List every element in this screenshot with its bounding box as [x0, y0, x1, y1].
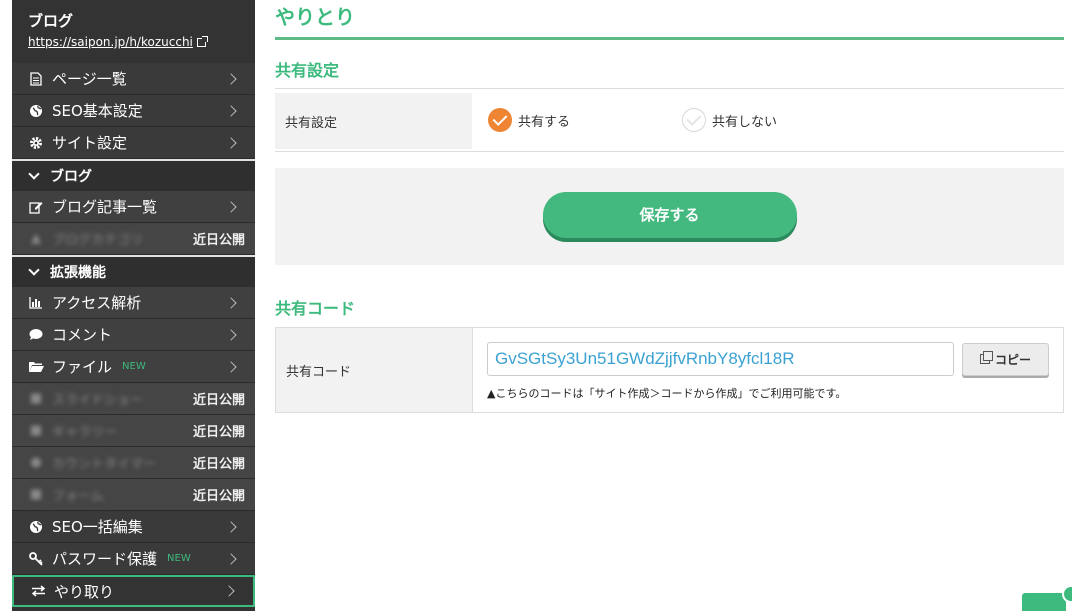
- unchecked-radio-icon[interactable]: [682, 108, 706, 132]
- key-icon: [28, 551, 44, 567]
- sidebar-item-exchange[interactable]: やり取り: [12, 575, 255, 607]
- share-code-heading: 共有コード: [275, 299, 356, 318]
- sidebar-item-form: ■ フォーム 近日公開: [12, 479, 255, 511]
- sidebar-item-blog-category: ▲ ブログカテゴリ 近日公開: [12, 223, 255, 255]
- save-button[interactable]: 保存する: [542, 191, 797, 238]
- external-link-icon: [196, 35, 208, 47]
- help-tab[interactable]: [1022, 593, 1066, 611]
- globe-icon: [28, 103, 44, 119]
- new-badge: NEW: [122, 361, 146, 372]
- sidebar-section-blog[interactable]: ブログ: [12, 159, 255, 191]
- sidebar-item-analytics[interactable]: アクセス解析: [12, 287, 255, 319]
- copy-label: コピー: [994, 352, 1031, 367]
- sidebar-item-gallery: ■ ギャラリー 近日公開: [12, 415, 255, 447]
- timer-icon: ●: [30, 455, 42, 470]
- blog-title: ブログ: [28, 12, 74, 30]
- chevron-right-icon: [225, 552, 237, 565]
- chevron-down-icon: [28, 264, 40, 276]
- save-area: 保存する: [275, 168, 1064, 265]
- main-content: やりとり 共有設定 共有設定 共有する 共有しない 保存する 共有コード 共有コ…: [275, 0, 1064, 413]
- checked-radio-icon[interactable]: [488, 108, 512, 132]
- sidebar-item-label: サイト設定: [52, 134, 128, 152]
- coming-soon-tag: 近日公開: [192, 457, 245, 472]
- section-label: ブログ: [50, 169, 92, 185]
- share-code-cell: GvSGtSy3Un51GWdZjjfvRnbY8yfcl18R コピー ▲こち…: [473, 328, 1063, 412]
- chevron-right-icon: [223, 585, 235, 597]
- sidebar-item-comments[interactable]: コメント: [12, 319, 255, 351]
- share-off-option[interactable]: 共有しない: [682, 108, 777, 132]
- sidebar-header: ブログ https://saipon.jp/h/kozucchi: [12, 0, 255, 63]
- sidebar-item-page-list[interactable]: ページ一覧: [12, 63, 255, 95]
- new-badge: NEW: [167, 553, 191, 564]
- sidebar-item-label: フォーム: [52, 489, 104, 504]
- coming-soon-tag: 近日公開: [192, 393, 245, 408]
- sidebar-item-password-protection[interactable]: パスワード保護 NEW: [12, 543, 255, 575]
- chevron-right-icon: [225, 104, 237, 117]
- sidebar: ブログ https://saipon.jp/h/kozucchi ページ一覧 S…: [12, 0, 255, 611]
- coming-soon-tag: 近日公開: [192, 489, 245, 504]
- blog-url-link[interactable]: https://saipon.jp/h/kozucchi: [28, 32, 239, 52]
- coming-soon-tag: 近日公開: [192, 425, 245, 440]
- share-code-row: 共有コード GvSGtSy3Un51GWdZjjfvRnbY8yfcl18R コ…: [275, 327, 1064, 413]
- chevron-right-icon: [225, 328, 237, 341]
- chevron-right-icon: [225, 360, 237, 373]
- share-settings-row: 共有設定 共有する 共有しない: [275, 89, 1064, 152]
- sidebar-item-label: SEO基本設定: [52, 102, 143, 120]
- sidebar-item-slideshow: ■ スライドショー 近日公開: [12, 383, 255, 415]
- share-on-label[interactable]: 共有する: [518, 111, 570, 130]
- form-icon: ■: [29, 487, 43, 502]
- share-code-field[interactable]: GvSGtSy3Un51GWdZjjfvRnbY8yfcl18R: [487, 342, 954, 376]
- chevron-right-icon: [225, 136, 237, 149]
- slideshow-icon: ■: [29, 391, 43, 406]
- share-settings-heading: 共有設定: [275, 61, 1064, 89]
- share-options: 共有する 共有しない: [472, 89, 777, 151]
- sidebar-item-label: ページ一覧: [52, 70, 127, 88]
- sidebar-item-site-settings[interactable]: サイト設定: [12, 127, 255, 159]
- sidebar-item-label: コメント: [52, 326, 113, 344]
- sidebar-item-label: カウントタイマー: [52, 457, 157, 472]
- speech-bubble-icon: [28, 327, 44, 343]
- sidebar-item-seo-basic[interactable]: SEO基本設定: [12, 95, 255, 127]
- folder-icon: [28, 359, 44, 375]
- blog-url-text[interactable]: https://saipon.jp/h/kozucchi: [28, 32, 193, 52]
- sidebar-item-label: パスワード保護: [52, 550, 158, 568]
- bar-chart-icon: [28, 295, 44, 311]
- sidebar-item-label: ファイル: [52, 358, 113, 376]
- share-code-line: GvSGtSy3Un51GWdZjjfvRnbY8yfcl18R コピー: [487, 342, 1063, 376]
- edit-icon: [28, 199, 44, 215]
- share-on-option[interactable]: 共有する: [488, 108, 682, 132]
- sidebar-item-label: ギャラリー: [52, 425, 118, 440]
- copy-icon: [979, 351, 993, 364]
- category-icon: ▲: [31, 231, 41, 246]
- share-off-label[interactable]: 共有しない: [712, 111, 777, 130]
- page-title: やりとり: [275, 0, 1064, 40]
- chevron-right-icon: [225, 520, 237, 533]
- sidebar-item-label: スライドショー: [52, 393, 144, 408]
- coming-soon-tag: 近日公開: [192, 233, 245, 248]
- share-settings-label: 共有設定: [275, 93, 472, 149]
- sidebar-item-label: SEO一括編集: [52, 518, 143, 536]
- gear-icon: [28, 135, 44, 151]
- swap-arrows-icon: [30, 583, 46, 599]
- chevron-right-icon: [225, 200, 237, 213]
- globe-icon: [28, 519, 44, 535]
- document-icon: [28, 71, 44, 87]
- chevron-down-icon: [28, 168, 40, 180]
- sidebar-item-label: ブログ記事一覧: [52, 198, 158, 216]
- chevron-right-icon: [225, 72, 237, 85]
- image-icon: ■: [29, 423, 43, 438]
- sidebar-item-files[interactable]: ファイル NEW: [12, 351, 255, 383]
- share-code-note: ▲こちらのコードは「サイト作成＞コードから作成」でご利用可能です。: [487, 387, 847, 400]
- chevron-right-icon: [225, 296, 237, 309]
- sidebar-item-count-timer: ● カウントタイマー 近日公開: [12, 447, 255, 479]
- sidebar-item-label: やり取り: [54, 582, 115, 601]
- sidebar-item-label: アクセス解析: [52, 294, 142, 312]
- sidebar-item-blog-posts[interactable]: ブログ記事一覧: [12, 191, 255, 223]
- share-code-label: 共有コード: [276, 328, 473, 412]
- sidebar-section-extensions[interactable]: 拡張機能: [12, 255, 255, 287]
- sidebar-item-label: ブログカテゴリ: [52, 233, 144, 248]
- sidebar-item-seo-bulk-edit[interactable]: SEO一括編集: [12, 511, 255, 543]
- section-label: 拡張機能: [50, 265, 106, 281]
- copy-button[interactable]: コピー: [962, 342, 1049, 376]
